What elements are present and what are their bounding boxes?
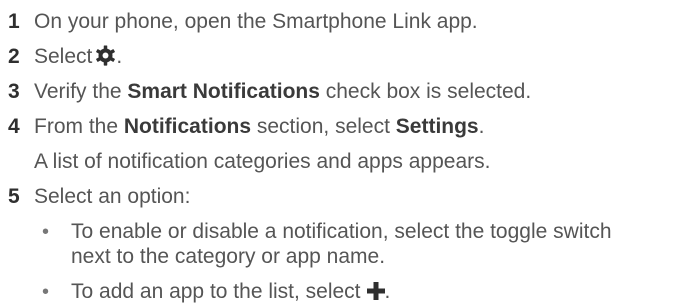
- step-number: 5: [8, 185, 20, 208]
- step-text-mid: section, select: [251, 115, 396, 138]
- bullet-marker: •: [42, 221, 50, 243]
- step-number: 4: [8, 115, 20, 138]
- gear-icon: [95, 45, 116, 72]
- step-text-pre: From the: [34, 115, 124, 138]
- step-text-post: .: [478, 115, 485, 138]
- step-number: 2: [8, 45, 20, 68]
- step-number: 1: [8, 10, 20, 33]
- bullet-text: To add an app to the list, select.: [71, 280, 390, 306]
- instruction-document: 1 On your phone, open the Smartphone Lin…: [0, 0, 694, 303]
- step-text-post: .: [116, 45, 123, 68]
- step-text: Select.: [34, 45, 122, 72]
- step-text-bold: Notifications: [123, 115, 252, 138]
- step-text-post: check box is selected.: [319, 80, 532, 103]
- step-text: Verify the Smart Notifications check box…: [34, 80, 531, 104]
- step-text-bold: Smart Notifications: [127, 80, 320, 103]
- step-4-result-note: A list of notification categories and ap…: [34, 150, 491, 173]
- plus-icon: [366, 282, 385, 306]
- step-text-pre: Select: [34, 45, 93, 68]
- step-text: On your phone, open the Smartphone Link …: [34, 10, 478, 33]
- bullet-text-pre: To add an app to the list, select: [71, 280, 361, 303]
- step-text-bold: Settings: [395, 115, 479, 138]
- bullet-text-line-2: next to the category or app name.: [71, 245, 386, 268]
- step-text: Select an option:: [34, 185, 191, 208]
- bullet-marker: •: [42, 281, 50, 303]
- bullet-text-line-1: To enable or disable a notification, sel…: [71, 220, 612, 243]
- step-text: From the Notifications section, select S…: [34, 115, 484, 139]
- step-text-pre: Verify the: [34, 80, 128, 103]
- step-number: 3: [8, 80, 20, 103]
- bullet-text-post: .: [384, 280, 391, 303]
